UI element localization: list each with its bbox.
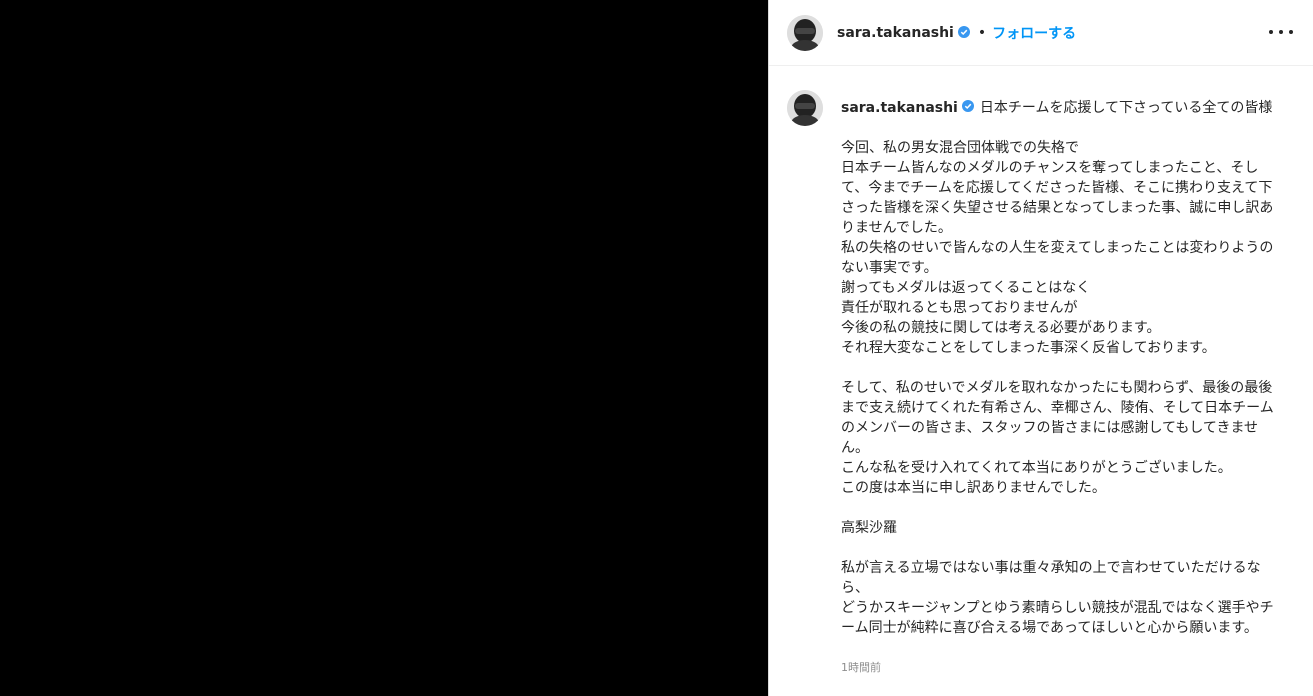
post-side-panel: sara.takanashi • フォローする sara.takanashi 日…	[768, 0, 1313, 696]
caption-text: 今回、私の男女混合団体戦での失格で 日本チーム皆んなのメダルのチャンスを奪ってし…	[841, 140, 1274, 636]
verified-badge-icon	[961, 98, 974, 118]
caption-body: sara.takanashi 日本チームを応援して下さっている全ての皆様 今回、…	[841, 90, 1295, 678]
caption-username-link[interactable]: sara.takanashi	[841, 98, 958, 118]
username-link[interactable]: sara.takanashi	[837, 25, 954, 41]
caption-head-line: sara.takanashi 日本チームを応援して下さっている全ての皆様	[841, 98, 1295, 118]
follow-button[interactable]: フォローする	[992, 23, 1076, 43]
profile-avatar[interactable]	[787, 14, 823, 51]
instagram-post-view: sara.takanashi • フォローする sara.takanashi 日…	[0, 0, 1313, 696]
separator-dot: •	[977, 24, 987, 41]
more-options-icon[interactable]	[1269, 22, 1293, 42]
post-timestamp[interactable]: 1時間前	[841, 658, 1295, 678]
caption-comment: sara.takanashi 日本チームを応援して下さっている全ての皆様 今回、…	[769, 66, 1313, 678]
post-header: sara.takanashi • フォローする	[769, 0, 1313, 66]
caption-first-line: 日本チームを応援して下さっている全ての皆様	[979, 100, 1273, 116]
caption-avatar[interactable]	[787, 90, 823, 126]
post-media-area[interactable]	[0, 0, 768, 696]
verified-badge-icon	[957, 23, 970, 42]
